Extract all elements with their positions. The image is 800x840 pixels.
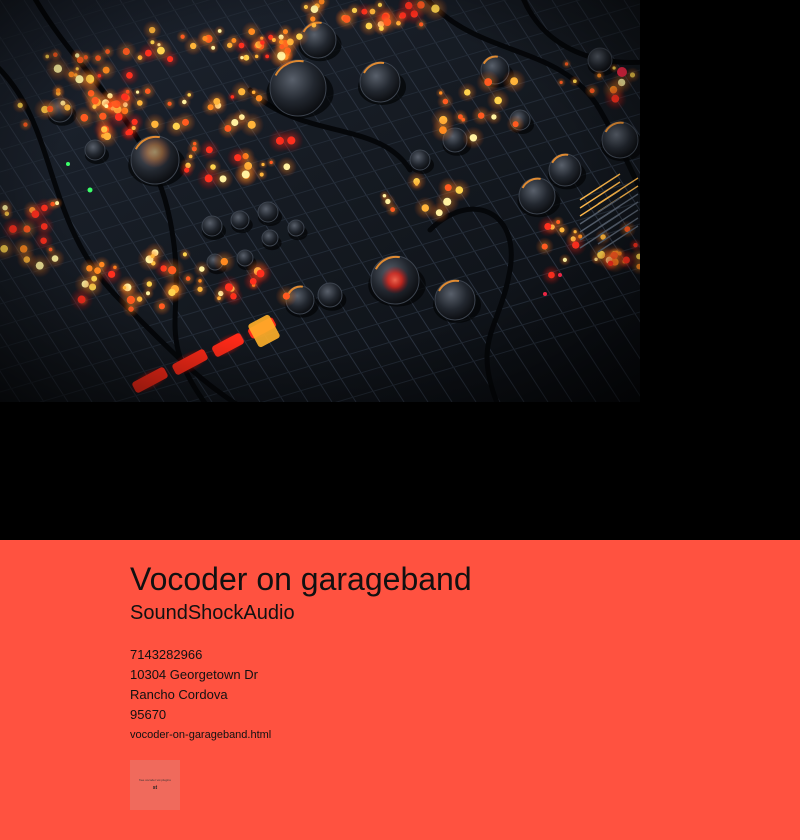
thumbnail-caption: free vocoder vst plugins — [139, 778, 171, 782]
thumbnail-mark: st — [152, 785, 158, 791]
hero-section — [0, 0, 800, 540]
audio-mixer-photo-icon — [0, 0, 640, 402]
page-title: Vocoder on garageband — [130, 561, 472, 597]
page-link[interactable]: vocoder-on-garageband.html — [130, 728, 271, 742]
postal-code: 95670 — [130, 707, 167, 722]
city: Rancho Cordova — [130, 687, 228, 702]
mixing-console-image — [0, 0, 640, 402]
site-footer: Vocoder on garageband SoundShockAudio 71… — [0, 540, 800, 840]
brand-name: SoundShockAudio — [130, 602, 295, 624]
phone-number: 7143282966 — [130, 647, 203, 662]
street-address: 10304 Georgetown Dr — [130, 667, 258, 682]
thumbnail-image[interactable]: free vocoder vst plugins st — [130, 760, 180, 810]
